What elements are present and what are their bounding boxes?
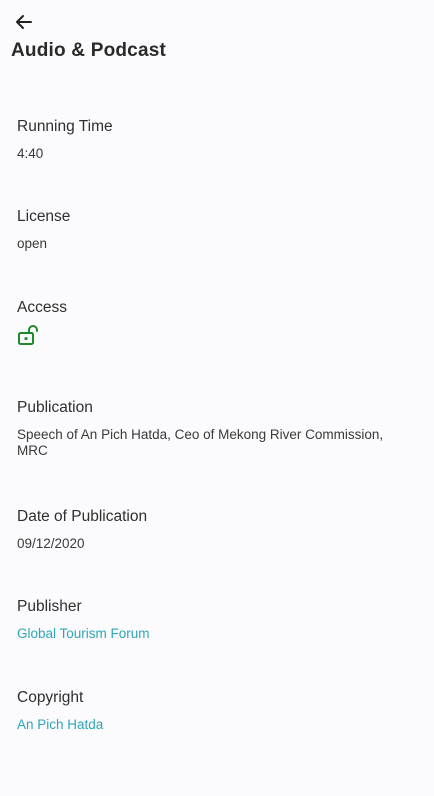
- date-of-publication-value: 09/12/2020: [17, 536, 85, 551]
- publication-value: Speech of An Pich Hatda, Ceo of Mekong R…: [17, 427, 384, 458]
- copyright-label: Copyright: [17, 689, 84, 706]
- copyright-section: Copyright An Pich Hatda: [17, 689, 414, 733]
- publication-label: Publication: [17, 399, 93, 416]
- page-title: Audio & Podcast: [11, 40, 167, 61]
- date-of-publication-label: Date of Publication: [17, 508, 148, 525]
- access-label: Access: [17, 299, 67, 316]
- back-button[interactable]: [10, 8, 38, 36]
- publisher-label: Publisher: [17, 598, 82, 615]
- publication-section: Publication Speech of An Pich Hatda, Ceo…: [17, 399, 414, 459]
- publisher-section: Publisher Global Tourism Forum: [17, 598, 414, 642]
- license-section: License open: [17, 208, 414, 252]
- unlocked-lock-icon: [18, 325, 38, 345]
- publisher-link[interactable]: Global Tourism Forum: [17, 626, 414, 642]
- copyright-link[interactable]: An Pich Hatda: [17, 717, 414, 733]
- access-section: Access: [17, 299, 414, 351]
- date-of-publication-section: Date of Publication 09/12/2020: [17, 508, 414, 552]
- running-time-value: 4:40: [17, 146, 44, 161]
- running-time-section: Running Time 4:40: [17, 118, 414, 162]
- license-value: open: [17, 236, 48, 251]
- running-time-label: Running Time: [17, 118, 113, 135]
- back-arrow-icon: [16, 15, 32, 29]
- license-label: License: [17, 208, 71, 225]
